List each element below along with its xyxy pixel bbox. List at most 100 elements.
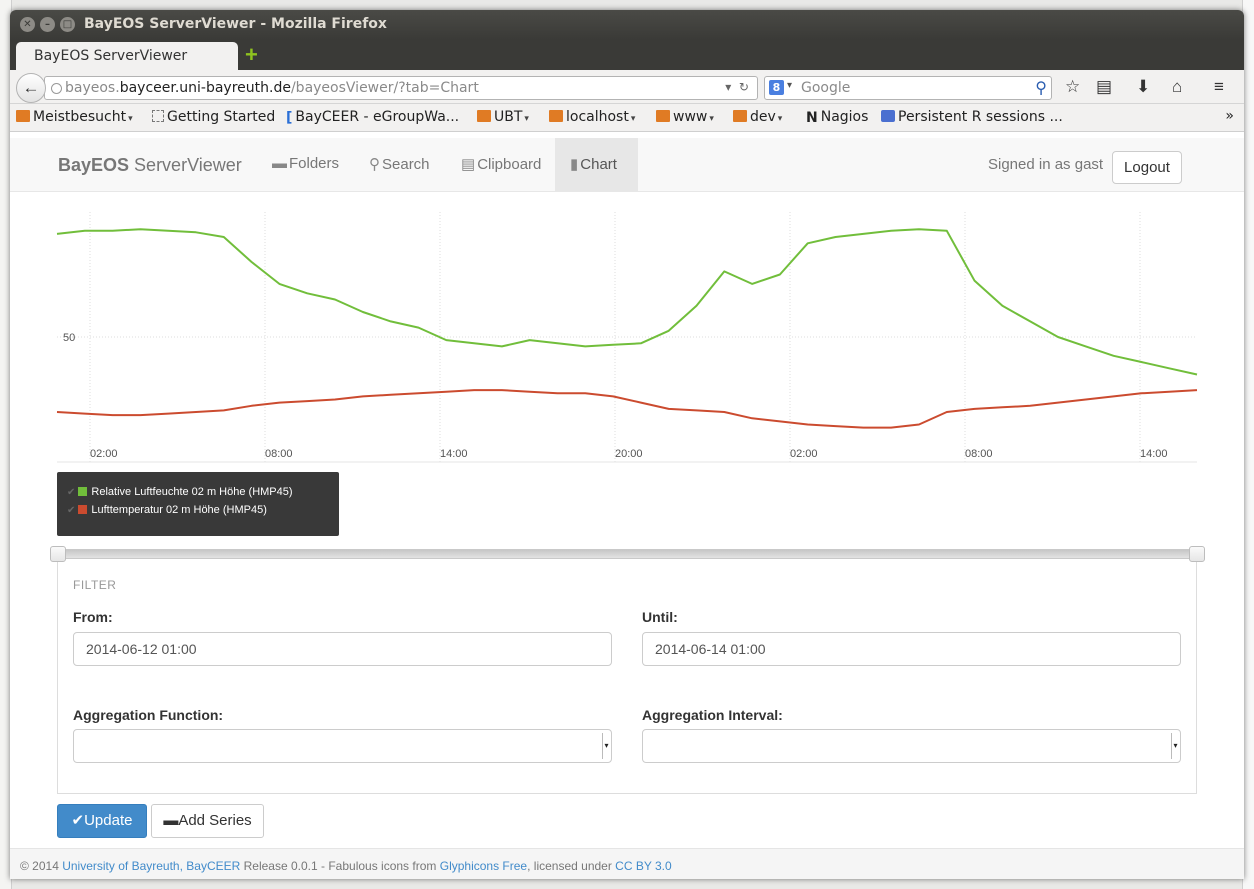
bookmark-getting-started[interactable]: Getting Started (152, 109, 275, 125)
browser-tab-title: BayEOS ServerViewer (34, 48, 188, 64)
bookmarks-toolbar: Meistbesucht ▾ Getting Started [BayCEER -… (10, 104, 1244, 132)
slider-handle-right[interactable] (1189, 546, 1205, 562)
add-series-button[interactable]: ▬Add Series (151, 804, 264, 838)
legend-item-humidity[interactable]: ✔ Relative Luftfeuchte 02 m Höhe (HMP45) (67, 486, 293, 504)
bookmark-ubt[interactable]: UBT ▾ (477, 109, 529, 125)
x-tick-label: 14:00 (1140, 448, 1168, 460)
x-tick-label: 02:00 (90, 448, 118, 460)
until-input[interactable]: 2014-06-14 01:00 (642, 632, 1181, 666)
tab-strip: BayEOS ServerViewer + (10, 40, 1244, 70)
folder-icon (549, 110, 563, 122)
bookmark-dev[interactable]: dev ▾ (733, 109, 782, 125)
agg-function-label: Aggregation Function: (73, 707, 224, 723)
r-session-icon (881, 110, 895, 122)
dropdown-arrow-icon: ▾ (602, 733, 610, 759)
bookmark-www[interactable]: www ▾ (656, 109, 714, 125)
list-icon: ▤ (461, 156, 476, 173)
nav-folders[interactable]: ▬ Folders (257, 138, 354, 192)
minimize-window-icon[interactable]: – (40, 17, 55, 32)
y-tick-label: 50 (63, 332, 75, 344)
globe-icon (51, 83, 62, 94)
footer: © 2014 University of Bayreuth, BayCEER R… (10, 848, 1244, 879)
nagios-icon: N (806, 110, 818, 126)
close-window-icon[interactable]: ✕ (20, 17, 35, 32)
slider-handle-left[interactable] (50, 546, 66, 562)
brand[interactable]: BayEOS ServerViewer (58, 155, 242, 176)
bar-chart-icon: ▮ (570, 156, 579, 173)
url-path: /bayeosViewer/?tab=Chart (290, 80, 479, 96)
magnifier-icon[interactable]: ⚲ (1035, 78, 1047, 97)
blank-page-icon (152, 110, 164, 122)
from-label: From: (73, 609, 113, 625)
bookmark-meistbesucht[interactable]: Meistbesucht ▾ (16, 109, 133, 125)
update-button[interactable]: ✔Update (57, 804, 147, 838)
window-title: BayEOS ServerViewer - Mozilla Firefox (84, 16, 387, 32)
footer-link-license[interactable]: CC BY 3.0 (615, 859, 671, 873)
search-icon: ⚲ (369, 156, 380, 173)
browser-toolbar: bayeos.bayceer.uni-bayreuth.de/bayeosVie… (10, 70, 1244, 104)
home-icon[interactable]: ⌂ (1172, 77, 1182, 97)
nav-chart[interactable]: ▮ Chart (555, 138, 638, 192)
x-tick-label: 02:00 (790, 448, 818, 460)
search-bar[interactable]: 8 ▾ Google ⚲ (764, 76, 1052, 100)
temperature-series-line (56, 389, 1198, 429)
range-slider[interactable] (50, 546, 1205, 562)
folder-icon (733, 110, 747, 122)
nav-search[interactable]: ⚲ Search (354, 138, 445, 192)
x-tick-label: 08:00 (265, 448, 293, 460)
app-navbar: BayEOS ServerViewer ▬ Folders ⚲ Search ▤ Cl… (10, 138, 1244, 192)
agg-function-select[interactable]: ▾ (73, 729, 612, 763)
from-input[interactable]: 2014-06-12 01:00 (73, 632, 612, 666)
chevron-right-icon[interactable]: » (1225, 108, 1234, 124)
new-tab-plus-icon[interactable]: + (245, 44, 258, 66)
folder-icon (656, 110, 670, 122)
folder-icon (477, 110, 491, 122)
until-label: Until: (642, 609, 678, 625)
footer-link-university[interactable]: University of Bayreuth, BayCEER (62, 859, 240, 873)
browser-window: ✕ – □ BayEOS ServerViewer - Mozilla Fire… (10, 10, 1244, 879)
agg-interval-label: Aggregation Interval: (642, 707, 783, 723)
folder-icon (16, 110, 30, 122)
search-placeholder: Google (801, 80, 851, 96)
egroupware-icon: [ (286, 110, 293, 126)
x-tick-label: 20:00 (615, 448, 643, 460)
logout-button[interactable]: Logout (1112, 151, 1182, 184)
bookmark-persistent-r[interactable]: Persistent R sessions ... (881, 109, 1063, 125)
filter-panel: FILTER From: 2014-06-12 01:00 Until: 201… (57, 562, 1197, 794)
folder-open-icon: ▬ (272, 155, 287, 172)
bookmark-egroupware[interactable]: [BayCEER - eGroupWa... (286, 109, 459, 126)
dropdown-arrow-icon: ▾ (1171, 733, 1179, 759)
filter-title: FILTER (73, 578, 117, 592)
folder-open-icon: ▬ (163, 812, 179, 829)
star-bookmark-icon[interactable]: ☆ (1065, 77, 1080, 97)
chart-area: 02:00 08:00 14:00 20:00 02:00 08:00 14:00 50 (10, 192, 1244, 482)
web-page: BayEOS ServerViewer ▬ Folders ⚲ Search ▤ Cl… (10, 138, 1244, 879)
x-tick-label: 08:00 (965, 448, 993, 460)
title-bar: ✕ – □ BayEOS ServerViewer - Mozilla Fire… (10, 10, 1244, 40)
footer-link-glyphicons[interactable]: Glyphicons Free (440, 859, 527, 873)
url-prefix: bayeos. (65, 80, 120, 96)
legend-swatch (78, 487, 88, 496)
reading-list-icon[interactable]: ▤ (1096, 77, 1112, 97)
back-arrow-icon[interactable]: ← (16, 73, 46, 103)
search-engine-caret-icon[interactable]: ▾ (787, 80, 792, 91)
signed-in-text: Signed in as gast (988, 156, 1104, 173)
url-bar[interactable]: bayeos.bayceer.uni-bayreuth.de/bayeosVie… (44, 76, 758, 100)
check-icon: ✔ (71, 812, 85, 829)
slider-track[interactable] (50, 549, 1205, 559)
google-logo-icon: 8 (769, 80, 784, 95)
line-chart[interactable]: 02:00 08:00 14:00 20:00 02:00 08:00 14:00 50 (10, 192, 1244, 482)
nav-clipboard[interactable]: ▤ Clipboard (446, 138, 556, 192)
bookmark-localhost[interactable]: localhost ▾ (549, 109, 635, 125)
maximize-window-icon[interactable]: □ (60, 17, 75, 32)
legend-item-temperature[interactable]: ✔ Lufttemperatur 02 m Höhe (HMP45) (67, 504, 267, 522)
bookmark-nagios[interactable]: N Nagios (806, 109, 868, 126)
reload-icon[interactable]: ▾ ↻ (725, 80, 749, 94)
download-arrow-icon[interactable]: ⬇ (1136, 77, 1150, 97)
checkmark-icon: ✔ (67, 487, 76, 498)
agg-interval-select[interactable]: ▾ (642, 729, 1181, 763)
chart-legend: ✔ Relative Luftfeuchte 02 m Höhe (HMP45) … (57, 472, 339, 536)
hamburger-menu-icon[interactable]: ≡ (1214, 77, 1224, 97)
browser-tab[interactable]: BayEOS ServerViewer (16, 42, 238, 70)
x-tick-label: 14:00 (440, 448, 468, 460)
